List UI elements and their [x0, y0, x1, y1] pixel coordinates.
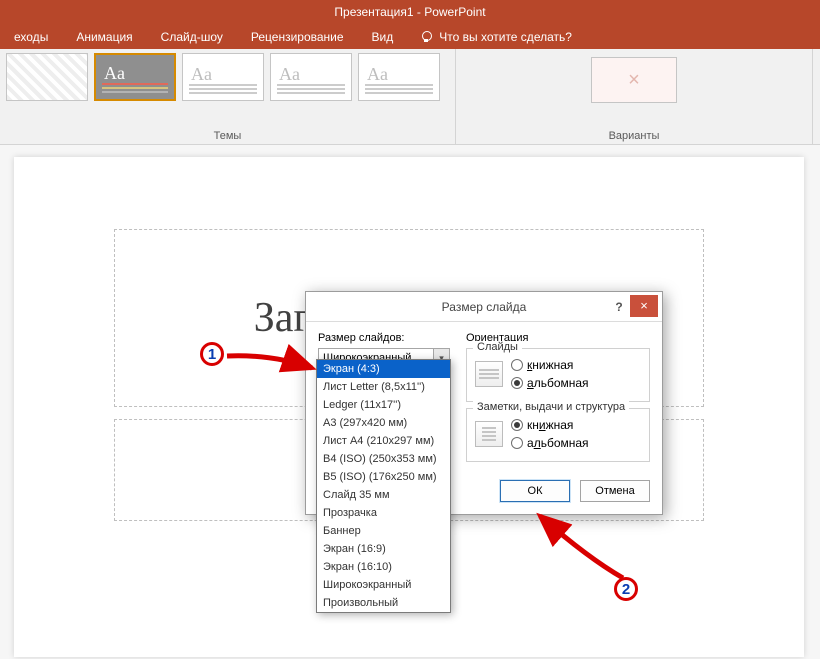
bulb-icon — [421, 31, 433, 43]
size-option[interactable]: Прозрачка — [317, 504, 450, 522]
theme-thumb[interactable] — [6, 53, 88, 101]
theme-thumb[interactable]: Aa — [358, 53, 440, 101]
notes-orientation-group: Заметки, выдачи и структура книжная альб… — [466, 408, 650, 462]
size-option[interactable]: Слайд 35 мм — [317, 486, 450, 504]
size-option[interactable]: Экран (16:9) — [317, 540, 450, 558]
dialog-title: Размер слайда — [442, 300, 527, 314]
window-title: Презентация1 - PowerPoint — [334, 5, 485, 19]
theme-thumb[interactable]: Aa — [270, 53, 352, 101]
theme-thumb-selected[interactable]: Aa — [94, 53, 176, 101]
notes-legend: Заметки, выдачи и структура — [473, 401, 629, 413]
radio-slides-landscape[interactable]: альбомная — [511, 376, 589, 390]
slides-orientation-group: Слайды книжная альбомная — [466, 348, 650, 402]
help-button[interactable]: ? — [610, 298, 628, 316]
size-option[interactable]: B4 (ISO) (250x353 мм) — [317, 450, 450, 468]
tab-animation[interactable]: Анимация — [62, 25, 146, 49]
size-option[interactable]: B5 (ISO) (176x250 мм) — [317, 468, 450, 486]
tab-slideshow[interactable]: Слайд-шоу — [147, 25, 237, 49]
cancel-button[interactable]: Отмена — [580, 480, 650, 502]
orientation-landscape-icon — [475, 361, 503, 387]
ok-button[interactable]: ОК — [500, 480, 570, 502]
size-option[interactable]: Баннер — [317, 522, 450, 540]
size-option[interactable]: Ledger (11x17'') — [317, 396, 450, 414]
theme-thumb[interactable]: Aa — [182, 53, 264, 101]
variant-thumb[interactable]: × — [591, 57, 677, 103]
dialog-titlebar[interactable]: Размер слайда ? × — [306, 292, 662, 322]
ribbon-tabs: еходы Анимация Слайд-шоу Рецензирование … — [0, 25, 820, 49]
size-option[interactable]: Экран (4:3) — [317, 360, 450, 378]
annotation-badge-2: 2 — [614, 577, 638, 601]
ribbon-body: Aa Aa Aa Aa Темы × Варианты — [0, 49, 820, 145]
size-option[interactable]: Широкоэкранный — [317, 576, 450, 594]
x-icon: × — [592, 58, 676, 102]
radio-slides-portrait[interactable]: книжная — [511, 358, 589, 372]
size-label: Размер слайдов: — [318, 332, 452, 344]
size-option[interactable]: Лист A4 (210x297 мм) — [317, 432, 450, 450]
tell-me[interactable]: Что вы хотите сделать? — [407, 25, 586, 49]
size-option[interactable]: A3 (297x420 мм) — [317, 414, 450, 432]
variants-group: × Варианты — [456, 49, 813, 144]
themes-group: Aa Aa Aa Aa Темы — [0, 49, 456, 144]
slides-legend: Слайды — [473, 341, 522, 353]
radio-notes-landscape[interactable]: альбомная — [511, 436, 589, 450]
variants-group-label: Варианты — [456, 130, 812, 142]
size-dropdown-list[interactable]: Экран (4:3) Лист Letter (8,5x11'') Ledge… — [316, 359, 451, 613]
annotation-badge-1: 1 — [200, 342, 224, 366]
tab-view[interactable]: Вид — [358, 25, 408, 49]
size-option[interactable]: Лист Letter (8,5x11'') — [317, 378, 450, 396]
tab-review[interactable]: Рецензирование — [237, 25, 358, 49]
themes-group-label: Темы — [0, 130, 455, 142]
window-titlebar: Презентация1 - PowerPoint — [0, 0, 820, 25]
size-option[interactable]: Экран (16:10) — [317, 558, 450, 576]
radio-notes-portrait[interactable]: книжная — [511, 418, 589, 432]
tab-transitions[interactable]: еходы — [0, 25, 62, 49]
close-button[interactable]: × — [630, 295, 658, 317]
tell-me-label: Что вы хотите сделать? — [439, 25, 572, 49]
size-option[interactable]: Произвольный — [317, 594, 450, 612]
orientation-portrait-icon — [475, 421, 503, 447]
